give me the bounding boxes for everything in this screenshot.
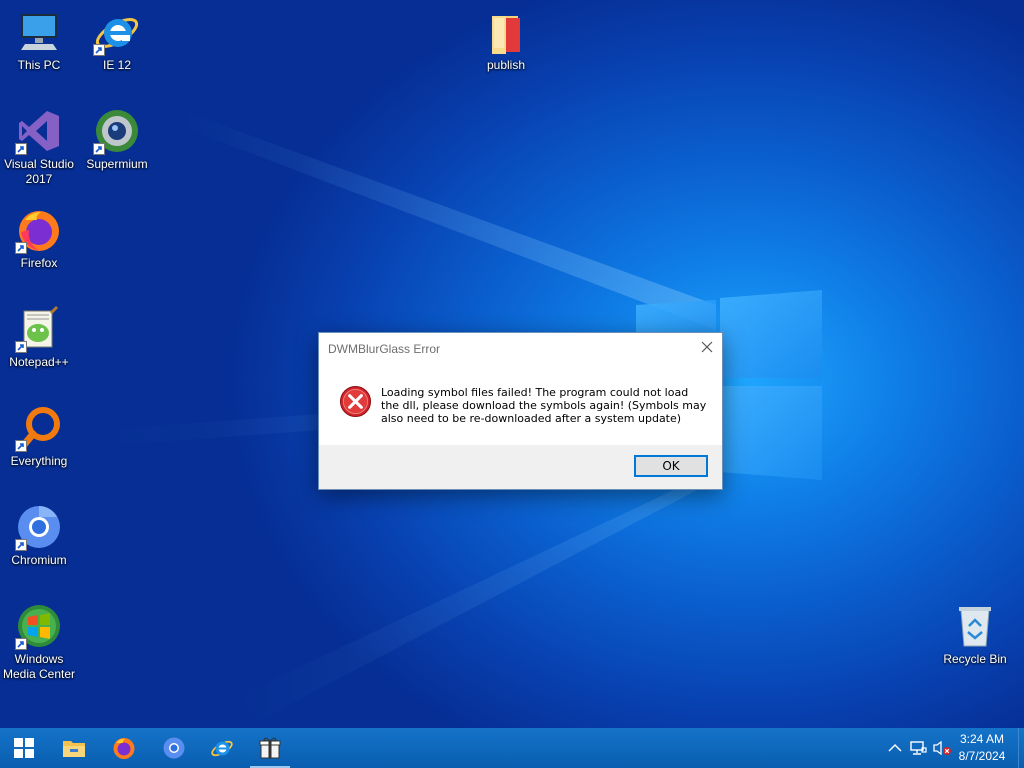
desktop-icon-label: IE 12 xyxy=(102,58,132,72)
desktop-icon-windows-media-center[interactable]: Windows Media Center xyxy=(0,602,78,682)
desktop-icon-label: Everything xyxy=(10,454,68,468)
close-icon xyxy=(701,341,713,353)
dialog-titlebar[interactable]: DWMBlurGlass Error xyxy=(319,333,722,363)
computer-icon xyxy=(15,8,63,56)
desktop-icon-label: Windows Media Center xyxy=(2,652,76,681)
everything-search-icon xyxy=(15,404,63,452)
app-gift-icon xyxy=(259,737,281,759)
shortcut-arrow-icon xyxy=(93,44,105,56)
shortcut-arrow-icon xyxy=(15,341,27,353)
desktop: This PC IE 12 publish Visual Studio 2017… xyxy=(0,0,1024,728)
desktop-icon-label: Firefox xyxy=(20,256,58,270)
desktop-icon-label: This PC xyxy=(17,58,61,72)
taskbar-app-active[interactable] xyxy=(246,728,294,768)
desktop-icon-label: Chromium xyxy=(11,553,67,567)
chevron-up-icon xyxy=(888,743,902,752)
shortcut-arrow-icon xyxy=(15,143,27,155)
error-icon xyxy=(339,385,372,418)
internet-explorer-icon xyxy=(93,8,141,56)
close-button[interactable] xyxy=(693,334,721,360)
desktop-icon-label: Notepad++ xyxy=(9,355,69,369)
dialog-message: Loading symbol files failed! The program… xyxy=(381,386,707,425)
dialog-body: Loading symbol files failed! The program… xyxy=(319,363,722,447)
notepadpp-icon xyxy=(15,305,63,353)
folder-icon xyxy=(482,8,530,56)
clock-time: 3:24 AM xyxy=(959,732,1005,746)
desktop-icon-this-pc[interactable]: This PC xyxy=(0,8,78,73)
show-desktop-button[interactable] xyxy=(1018,728,1024,768)
network-button[interactable] xyxy=(908,738,928,758)
show-hidden-icons-button[interactable] xyxy=(885,738,905,758)
ok-button[interactable]: OK xyxy=(634,455,708,477)
chromium-icon xyxy=(15,503,63,551)
network-icon xyxy=(910,741,927,755)
desktop-icon-recycle-bin[interactable]: Recycle Bin xyxy=(936,602,1014,667)
clock-date: 8/7/2024 xyxy=(958,749,1006,763)
shortcut-arrow-icon xyxy=(15,440,27,452)
desktop-icon-label: Recycle Bin xyxy=(943,652,1007,666)
internet-explorer-icon xyxy=(211,740,233,757)
desktop-icon-label: publish xyxy=(486,58,526,72)
firefox-icon xyxy=(15,206,63,254)
taskbar-clock[interactable]: 3:24 AM 8/7/2024 xyxy=(952,731,1012,765)
taskbar-firefox[interactable] xyxy=(100,728,148,768)
taskbar-file-explorer[interactable] xyxy=(50,728,98,768)
volume-button[interactable] xyxy=(932,738,952,758)
firefox-icon xyxy=(113,738,135,759)
desktop-icon-label: Visual Studio 2017 xyxy=(4,157,74,186)
taskbar-internet-explorer[interactable] xyxy=(198,728,246,768)
shortcut-arrow-icon xyxy=(15,242,27,254)
recycle-bin-icon xyxy=(951,602,999,650)
desktop-icon-everything[interactable]: Everything xyxy=(0,404,78,469)
chromium-icon xyxy=(163,737,185,759)
start-icon xyxy=(14,738,34,758)
visual-studio-icon xyxy=(15,107,63,155)
desktop-icon-ie12[interactable]: IE 12 xyxy=(78,8,156,73)
dialog-footer: OK xyxy=(319,445,722,489)
windows-media-center-icon xyxy=(15,602,63,650)
start-button[interactable] xyxy=(0,728,48,768)
desktop-icon-notepadpp[interactable]: Notepad++ xyxy=(0,305,78,370)
desktop-icon-supermium[interactable]: Supermium xyxy=(78,107,156,172)
desktop-icon-label: Supermium xyxy=(86,157,148,171)
taskbar: 3:24 AM 8/7/2024 xyxy=(0,728,1024,768)
volume-muted-icon xyxy=(933,740,951,756)
shortcut-arrow-icon xyxy=(15,638,27,650)
supermium-icon xyxy=(93,107,141,155)
file-explorer-icon xyxy=(63,741,85,757)
desktop-icon-visual-studio[interactable]: Visual Studio 2017 xyxy=(0,107,78,187)
desktop-icon-chromium[interactable]: Chromium xyxy=(0,503,78,568)
desktop-icon-firefox[interactable]: Firefox xyxy=(0,206,78,271)
error-dialog: DWMBlurGlass Error Loading symbol files … xyxy=(318,332,723,490)
desktop-icon-publish[interactable]: publish xyxy=(467,8,545,73)
dialog-title: DWMBlurGlass Error xyxy=(328,342,441,356)
shortcut-arrow-icon xyxy=(93,143,105,155)
taskbar-chromium[interactable] xyxy=(150,728,198,768)
shortcut-arrow-icon xyxy=(15,539,27,551)
